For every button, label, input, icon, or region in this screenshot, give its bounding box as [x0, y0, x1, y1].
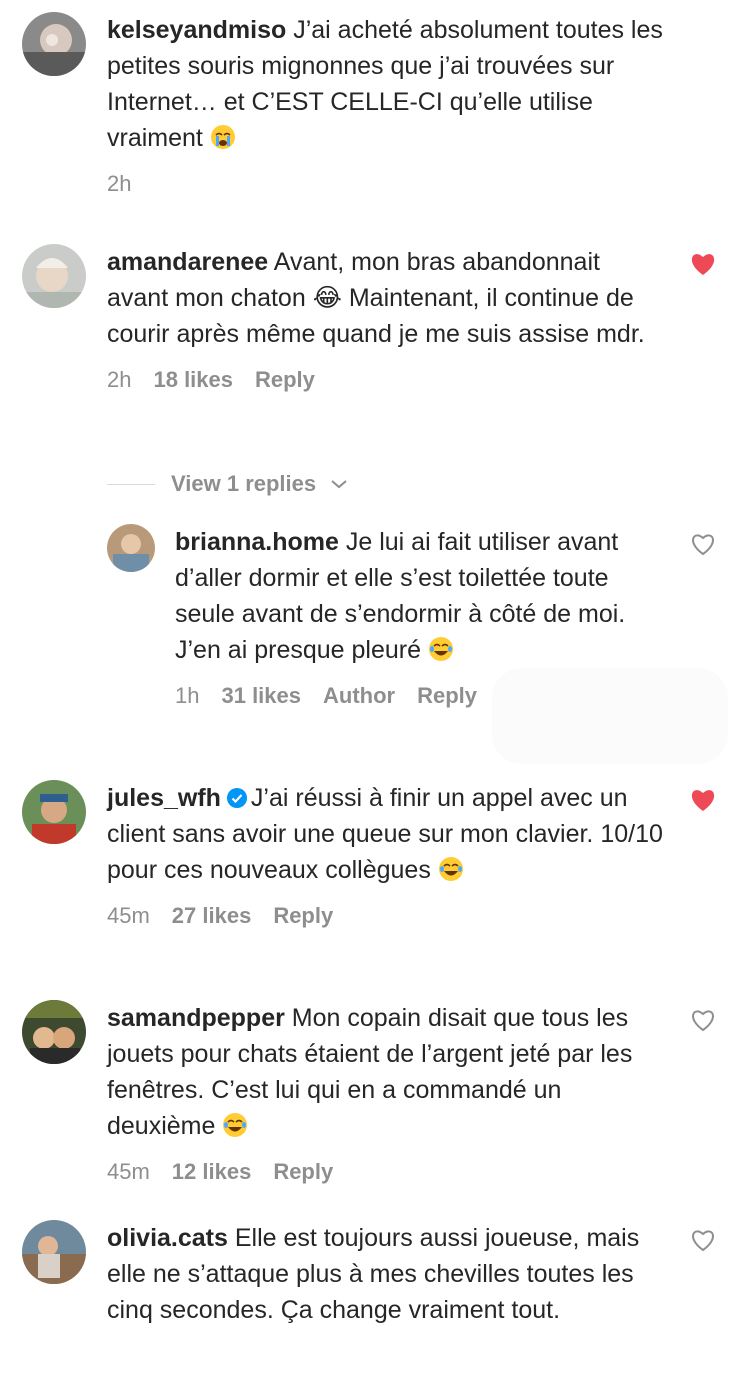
avatar[interactable] — [22, 12, 86, 76]
username[interactable]: samandpepper — [107, 1004, 285, 1032]
heart-filled-icon[interactable] — [690, 788, 716, 812]
reply-button[interactable]: Reply — [255, 367, 315, 392]
face-with-tears-of-joy-icon — [223, 1113, 248, 1137]
username[interactable]: olivia.cats — [107, 1224, 228, 1252]
face-with-tears-of-joy-icon — [428, 637, 453, 661]
avatar[interactable] — [107, 524, 155, 572]
avatar[interactable] — [22, 1220, 86, 1284]
comment-body: jules_wfh J’ai réussi à finir un appel av… — [107, 780, 667, 930]
comment-text: jules_wfh J’ai réussi à finir un appel av… — [107, 780, 667, 888]
comment-text: olivia.cats Elle est toujours aussi joue… — [107, 1220, 667, 1328]
likes-count[interactable]: 12 likes — [172, 1159, 252, 1184]
timestamp: 2h — [107, 171, 132, 196]
username[interactable]: brianna.home — [175, 528, 339, 556]
comment-text: kelseyandmiso J’ai acheté absolument tou… — [107, 12, 667, 156]
username[interactable]: jules_wfh — [107, 784, 221, 812]
chevron-down-icon — [331, 480, 347, 489]
reply-button[interactable]: Reply — [273, 1159, 333, 1184]
comment-meta: 45m 12 likes Reply — [107, 1158, 667, 1186]
comment-text: brianna.home Je lui ai fait utiliser ava… — [175, 524, 635, 668]
comment-body: kelseyandmiso J’ai acheté absolument tou… — [107, 12, 667, 198]
heart-filled-icon[interactable] — [690, 252, 716, 276]
verified-badge-icon — [226, 788, 247, 808]
timestamp: 45m — [107, 903, 150, 928]
comment-body: amandarenee Avant, mon bras abandonnait … — [107, 244, 667, 394]
comment-body: samandpepper Mon copain disait que tous … — [107, 1000, 667, 1186]
comment-meta: 2h 18 likes Reply — [107, 366, 667, 394]
heart-outline-icon[interactable] — [690, 1008, 716, 1032]
avatar[interactable] — [22, 780, 86, 844]
heart-outline-icon[interactable] — [690, 532, 716, 556]
username[interactable]: kelseyandmiso — [107, 16, 286, 44]
likes-count[interactable]: 18 likes — [153, 367, 233, 392]
avatar[interactable] — [22, 1000, 86, 1064]
timestamp: 45m — [107, 1159, 150, 1184]
reply-button[interactable]: Reply — [273, 903, 333, 928]
likes-count[interactable]: 31 likes — [221, 683, 301, 708]
timestamp: 2h — [107, 367, 132, 392]
comment-meta: 45m 27 likes Reply — [107, 902, 667, 930]
avatar[interactable] — [22, 244, 86, 308]
likes-count[interactable]: 27 likes — [172, 903, 252, 928]
comment-meta: 2h — [107, 170, 667, 198]
background-smudge — [492, 668, 728, 764]
comment-text: samandpepper Mon copain disait que tous … — [107, 1000, 667, 1144]
divider — [107, 483, 155, 485]
reply-button[interactable]: Reply — [417, 683, 477, 708]
author-badge: Author — [323, 683, 396, 708]
view-replies-button[interactable]: View 1 replies — [107, 466, 348, 502]
comment-text: amandarenee Avant, mon bras abandonnait … — [107, 244, 667, 352]
loudly-crying-face-icon — [210, 125, 235, 149]
heart-outline-icon[interactable] — [690, 1228, 716, 1252]
timestamp: 1h — [175, 683, 200, 708]
username[interactable]: amandarenee — [107, 248, 268, 276]
face-with-tears-of-joy-icon — [438, 857, 463, 881]
view-replies-label: View 1 replies — [171, 471, 317, 496]
comment-body: olivia.cats Elle est toujours aussi joue… — [107, 1220, 667, 1328]
